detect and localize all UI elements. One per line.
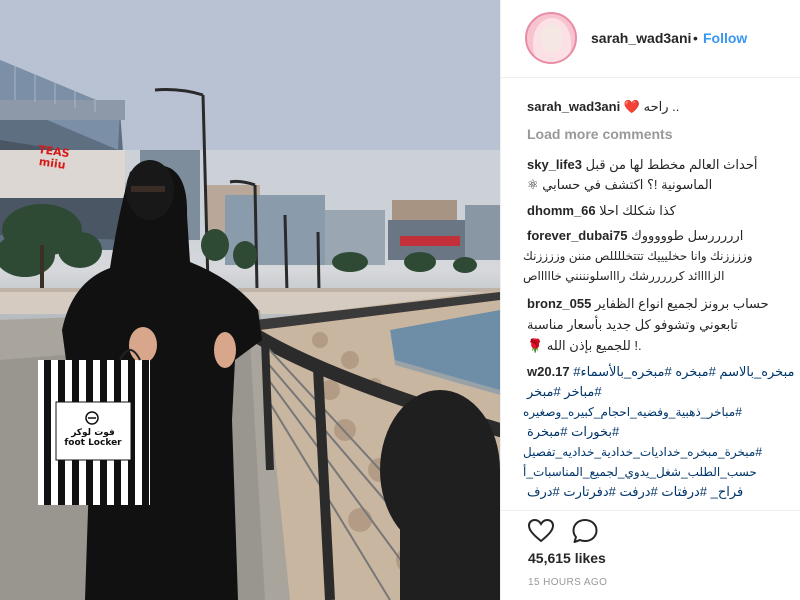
follow-button[interactable]: Follow <box>703 30 747 46</box>
comment-text: تابعوني وتشوفو كل جديد بأسعار مناسبة <box>527 317 738 332</box>
comment-username[interactable]: forever_dubai75 <box>527 228 627 243</box>
author-username[interactable]: sarah_wad3ani <box>591 30 691 46</box>
bag-logo-text: فوت لوكر foot Locker <box>64 428 122 448</box>
heart-emoji-icon: ❤️ <box>623 99 641 114</box>
hashtag-line[interactable]: #بخورات #مبخرة <box>527 423 619 441</box>
load-more-comments-button[interactable]: Load more comments <box>527 126 672 142</box>
comment-username[interactable]: dhomm_66 <box>527 203 596 218</box>
comment-text: أحداث العالم مخطط لها من قبل <box>585 157 758 172</box>
comment-bubble-icon[interactable] <box>571 517 599 545</box>
hashtag-line[interactable]: #مباخر #مبخر <box>527 383 602 401</box>
separator-dot: • <box>693 30 698 46</box>
hashtag-line[interactable]: #مباخر_ذهبية_وفضيه_احجام_كبيره_وصغيره <box>523 403 742 421</box>
caption: sarah_wad3ani ❤️ راحه .. <box>527 98 679 116</box>
comment-text: الماسونية !؟ اكتشف في حسابي ⚛ <box>527 176 712 194</box>
comment-item: w20.17 #مبخره_بالاسم #مبخره #مبخره_بالأس… <box>527 363 794 381</box>
hashtag-line[interactable]: حسب_الطلب_شغل_يدوي_لجميع_المناسبات_أ <box>523 463 757 481</box>
avatar-face <box>541 24 563 52</box>
rose-icon: 🌹 <box>527 338 544 353</box>
comment-item: bronz_055 حساب برونز لجميع انواع الظفاير <box>527 295 769 313</box>
comment-text: 🌹 للجميع بإذن الله !. <box>527 337 642 355</box>
heart-outline-icon[interactable] <box>527 517 555 545</box>
post-header: sarah_wad3ani • Follow <box>501 0 800 78</box>
photo-scene <box>0 0 500 600</box>
comment-text: وززززنك وانا حخليييك تتتخللللص مننن وززز… <box>523 249 753 263</box>
comment-text: كذا شكلك احلا <box>599 203 676 218</box>
avatar[interactable] <box>525 12 577 64</box>
caption-text: راحه .. <box>643 99 680 114</box>
post-actions <box>501 510 800 546</box>
hashtag-line[interactable]: فراح_ #درفتات #درفت #دفرتارت #درف <box>527 483 743 501</box>
atom-emoji-icon: ⚛ <box>527 177 539 192</box>
caption-username[interactable]: sarah_wad3ani <box>527 99 620 114</box>
comment-text: ارررررسل طوووووك <box>631 228 744 243</box>
comment-username[interactable]: bronz_055 <box>527 296 591 311</box>
comment-item: sky_life3 أحداث العالم مخطط لها من قبل <box>527 156 800 174</box>
hashtag-line[interactable]: #مبخره_بالاسم #مبخره #مبخره_بالأسماء <box>573 364 794 379</box>
comment-item: forever_dubai75 ارررررسل طوووووك <box>527 227 743 245</box>
comment-text: الزاااائد كرررررشك راااسلونننني خاااااص <box>523 269 725 283</box>
comment-text-line: للجميع بإذن الله !. <box>546 338 642 353</box>
comment-text-line: الماسونية !؟ اكتشف في حسابي <box>542 177 713 192</box>
comment-username[interactable]: w20.17 <box>527 364 570 379</box>
comments-list: sarah_wad3ani ❤️ راحه .. Load more comme… <box>501 90 800 510</box>
comment-text: حساب برونز لجميع انواع الظفاير <box>594 296 769 311</box>
post-side-panel: sarah_wad3ani • Follow sarah_wad3ani ❤️ … <box>500 0 800 600</box>
post-photo[interactable]: TEAS miiu فوت لوكر foot Locker <box>0 0 500 600</box>
comment-item: dhomm_66 كذا شكلك احلا <box>527 202 676 220</box>
likes-count[interactable]: 45,615 likes <box>528 550 606 566</box>
post-timestamp[interactable]: 15 HOURS AGO <box>528 577 607 588</box>
hashtag-line[interactable]: #مبخرة_مبخره_خداديات_خدادية_خداديه_تفصيل <box>523 443 762 461</box>
comment-username[interactable]: sky_life3 <box>527 157 582 172</box>
